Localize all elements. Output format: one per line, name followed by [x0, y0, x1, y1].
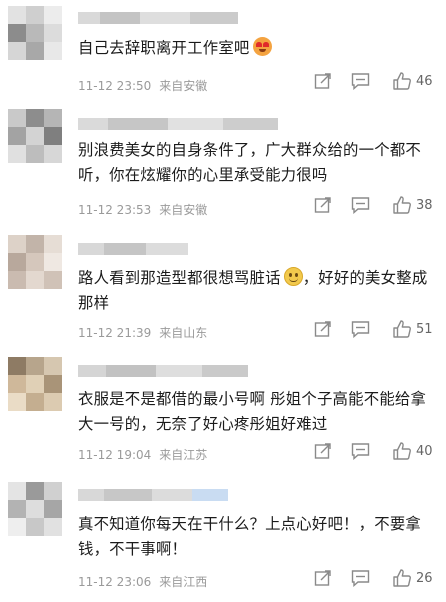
- location: 来自江西: [159, 575, 208, 589]
- share-icon: [314, 197, 331, 213]
- reply-button[interactable]: [340, 442, 380, 460]
- location: 来自安徽: [159, 203, 208, 217]
- reply-button[interactable]: [340, 320, 380, 338]
- avatar[interactable]: [8, 235, 62, 289]
- like-count: 38: [416, 197, 433, 213]
- share-icon: [314, 321, 331, 337]
- comment-icon: [351, 321, 369, 338]
- comment-actions: 46: [306, 71, 436, 91]
- comment-text: 自己去辞职离开工作室吧: [78, 36, 436, 61]
- reply-button[interactable]: [340, 196, 380, 214]
- comment-meta: 11-12 23:53 来自安徽: [78, 201, 207, 218]
- comment-meta: 11-12 23:50 来自安徽: [78, 77, 207, 94]
- reply-button[interactable]: [340, 569, 380, 587]
- comment-text: 路人看到那造型都很想骂脏话 ，好好的美女整成那样: [78, 267, 428, 312]
- location: 来自安徽: [159, 79, 208, 93]
- timestamp: 11-12 23:53: [78, 203, 152, 217]
- comment-icon: [351, 197, 369, 214]
- username[interactable]: [78, 12, 238, 24]
- location: 来自江苏: [159, 448, 208, 462]
- like-count: 51: [416, 321, 433, 337]
- avatar[interactable]: [8, 6, 62, 60]
- like-button[interactable]: 38: [392, 195, 436, 215]
- comment-text: 真不知道你每天在干什么？上点心好吧！，不要拿钱，不干事啊！: [78, 515, 421, 558]
- like-icon: [393, 442, 411, 460]
- share-button[interactable]: [306, 569, 340, 587]
- username[interactable]: [78, 243, 188, 255]
- like-button[interactable]: 51: [392, 319, 436, 339]
- comment-icon: [351, 73, 369, 90]
- like-button[interactable]: 46: [392, 71, 436, 91]
- location: 来自山东: [159, 326, 208, 340]
- like-button[interactable]: 26: [392, 568, 436, 588]
- comment-actions: 40: [306, 441, 436, 461]
- comment-actions: 51: [306, 319, 436, 339]
- avatar[interactable]: [8, 109, 62, 163]
- heart-eyes-emoji-icon: [252, 37, 272, 56]
- comment-meta: 11-12 23:06 来自江西: [78, 573, 207, 590]
- comment-meta: 11-12 19:04 来自江苏: [78, 446, 207, 463]
- share-button[interactable]: [306, 442, 340, 460]
- timestamp: 11-12 23:50: [78, 79, 152, 93]
- comment-actions: 38: [306, 195, 436, 215]
- share-icon: [314, 443, 331, 459]
- like-count: 40: [416, 443, 433, 459]
- share-button[interactable]: [306, 320, 340, 338]
- comment-icon: [351, 443, 369, 460]
- comment-meta: 11-12 21:39 来自山东: [78, 324, 207, 341]
- username[interactable]: [78, 365, 248, 377]
- like-icon: [393, 196, 411, 214]
- comment-actions: 26: [306, 568, 436, 588]
- timestamp: 11-12 21:39: [78, 326, 152, 340]
- like-button[interactable]: 40: [392, 441, 436, 461]
- share-button[interactable]: [306, 196, 340, 214]
- like-count: 26: [416, 570, 433, 586]
- username[interactable]: [78, 489, 228, 501]
- comment-text: 别浪费美女的自身条件了，广大群众给的一个都不听，你在炫耀你的心里承受能力很吗: [78, 141, 421, 184]
- smile-emoji-icon: [283, 267, 303, 286]
- share-icon: [314, 570, 331, 586]
- avatar[interactable]: [8, 482, 62, 536]
- timestamp: 11-12 23:06: [78, 575, 152, 589]
- comment-text: 衣服是不是都借的最小号啊 彤姐个子高能不能给拿大一号的，无奈了好心疼彤姐好难过: [78, 390, 427, 433]
- share-icon: [314, 73, 331, 89]
- avatar[interactable]: [8, 357, 62, 411]
- comment-item: 自己去辞职离开工作室吧 11-12 23:50 来自安徽 46: [0, 0, 446, 100]
- username[interactable]: [78, 118, 278, 130]
- like-icon: [393, 72, 411, 90]
- reply-button[interactable]: [340, 72, 380, 90]
- comment-item: 别浪费美女的自身条件了，广大群众给的一个都不听，你在炫耀你的心里承受能力很吗 1…: [0, 100, 446, 227]
- like-icon: [393, 320, 411, 338]
- share-button[interactable]: [306, 72, 340, 90]
- like-icon: [393, 569, 411, 587]
- timestamp: 11-12 19:04: [78, 448, 152, 462]
- like-count: 46: [416, 73, 433, 89]
- comment-icon: [351, 570, 369, 587]
- comment-item: 路人看到那造型都很想骂脏话 ，好好的美女整成那样 11-12 21:39 来自山东…: [0, 227, 446, 347]
- comment-item: 真不知道你每天在干什么？上点心好吧！，不要拿钱，不干事啊！ 11-12 23:0…: [0, 472, 446, 602]
- comment-item: 衣服是不是都借的最小号啊 彤姐个子高能不能给拿大一号的，无奈了好心疼彤姐好难过 …: [0, 347, 446, 472]
